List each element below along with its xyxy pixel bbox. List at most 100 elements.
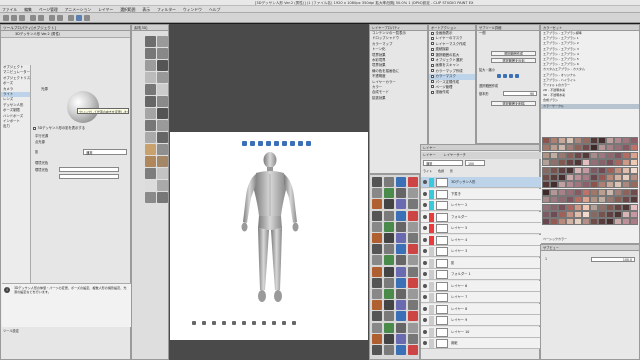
- tool-button[interactable]: [384, 311, 394, 322]
- color-swatch[interactable]: [574, 166, 582, 174]
- color-swatch[interactable]: [558, 196, 566, 204]
- color-swatch[interactable]: [614, 144, 622, 152]
- tool-button[interactable]: [408, 233, 418, 243]
- color-swatch[interactable]: [598, 137, 606, 144]
- color-swatch[interactable]: [606, 151, 614, 159]
- color-swatch[interactable]: [542, 151, 550, 159]
- color-swatch[interactable]: [614, 137, 622, 144]
- material-thumb-11[interactable]: [145, 96, 156, 107]
- tool-button[interactable]: [408, 188, 418, 199]
- tool-button[interactable]: [408, 333, 418, 344]
- material-thumb-13[interactable]: [145, 108, 156, 119]
- tool-button[interactable]: [384, 188, 394, 199]
- tool-button[interactable]: [396, 188, 406, 199]
- layer-row[interactable]: フォルダー 1: [421, 269, 541, 280]
- tool-button[interactable]: [396, 333, 406, 344]
- color-swatch[interactable]: [630, 166, 638, 174]
- material-thumb-9[interactable]: [145, 84, 156, 95]
- color-swatch[interactable]: [574, 188, 582, 196]
- flip-h-icon[interactable]: [509, 74, 513, 78]
- material-thumb-3[interactable]: [145, 48, 156, 59]
- color-swatch[interactable]: [582, 181, 590, 189]
- menu-view[interactable]: 表示: [142, 6, 150, 12]
- open-file-icon[interactable]: [11, 15, 17, 21]
- reset-icon[interactable]: [306, 141, 311, 146]
- tool-button[interactable]: [384, 322, 394, 333]
- visibility-icon[interactable]: [423, 237, 427, 242]
- material-thumb-2[interactable]: [157, 36, 168, 47]
- angle-field[interactable]: 90: [503, 91, 537, 96]
- color-swatch[interactable]: [574, 144, 582, 152]
- opacity-field[interactable]: 100: [465, 160, 485, 166]
- tool-button[interactable]: [372, 333, 382, 344]
- color-swatch[interactable]: [606, 137, 614, 144]
- color-swatch[interactable]: [614, 174, 622, 181]
- color-swatch[interactable]: [590, 174, 598, 181]
- tool-button[interactable]: [384, 233, 394, 243]
- color-swatch[interactable]: [558, 188, 566, 196]
- tool-button[interactable]: [372, 233, 382, 243]
- color-swatch[interactable]: [574, 151, 582, 159]
- color-swatch[interactable]: [598, 196, 606, 204]
- tool-button[interactable]: [396, 266, 406, 277]
- tree-item[interactable]: 出力: [1, 124, 30, 129]
- layer-option[interactable]: 色調: [438, 168, 444, 175]
- color-swatch[interactable]: [590, 151, 598, 159]
- new-file-icon[interactable]: [3, 15, 9, 21]
- color-swatch[interactable]: [630, 144, 638, 152]
- deselect-icon[interactable]: [68, 15, 74, 21]
- material-thumb-8[interactable]: [157, 72, 168, 83]
- tool-button[interactable]: [396, 289, 406, 299]
- color-swatch[interactable]: [542, 159, 550, 167]
- color-swatch[interactable]: [630, 181, 638, 189]
- tool-button[interactable]: [408, 277, 418, 288]
- tool-button[interactable]: [372, 277, 382, 288]
- undo-icon[interactable]: [30, 15, 36, 21]
- color-swatch[interactable]: [574, 137, 582, 144]
- tool-button[interactable]: [372, 188, 382, 199]
- tool-button[interactable]: [408, 345, 418, 355]
- delete-selection-button[interactable]: 選択範囲を削除: [491, 101, 536, 106]
- color-swatch[interactable]: [630, 188, 638, 196]
- color-swatch[interactable]: [614, 181, 622, 189]
- layer-option[interactable]: ライト: [423, 168, 432, 175]
- color-swatch[interactable]: [542, 166, 550, 174]
- menu-file[interactable]: ファイル: [2, 6, 17, 12]
- 3d-drawing-figure[interactable]: [234, 150, 306, 308]
- color-swatch[interactable]: [550, 166, 558, 174]
- tool-button[interactable]: [408, 289, 418, 299]
- tool-button[interactable]: [372, 177, 382, 187]
- color-swatch[interactable]: [582, 174, 590, 181]
- color-swatch[interactable]: [550, 144, 558, 152]
- menu-layer[interactable]: レイヤー: [98, 6, 113, 12]
- layer-row[interactable]: 3Dデッサン人形: [421, 177, 541, 188]
- tool-button[interactable]: [384, 177, 394, 187]
- save-icon[interactable]: [19, 15, 25, 21]
- light-icon[interactable]: [298, 141, 303, 146]
- tool-button[interactable]: [408, 210, 418, 221]
- color-swatch[interactable]: [622, 218, 630, 226]
- color-swatch[interactable]: [590, 144, 598, 152]
- layer-option[interactable]: 影: [450, 168, 453, 175]
- menu-edit[interactable]: 編集: [24, 6, 32, 12]
- layer-row[interactable]: レイヤー 5: [421, 223, 541, 234]
- material-thumb-25[interactable]: [145, 180, 156, 191]
- color-swatch[interactable]: [606, 144, 614, 152]
- color-swatch[interactable]: [558, 181, 566, 189]
- color-swatch[interactable]: [542, 144, 550, 152]
- ground-icon[interactable]: [290, 141, 295, 146]
- color-swatch[interactable]: [566, 196, 574, 204]
- tool-button[interactable]: [372, 221, 382, 232]
- visibility-icon[interactable]: [423, 306, 427, 311]
- color-swatch[interactable]: [598, 144, 606, 152]
- color-swatch[interactable]: [590, 218, 598, 226]
- color-swatch[interactable]: [630, 137, 638, 144]
- material-thumb-22[interactable]: [157, 156, 168, 167]
- color-swatch[interactable]: [566, 144, 574, 152]
- color-swatch[interactable]: [614, 203, 622, 211]
- color-swatch[interactable]: [630, 218, 638, 226]
- flip-icon[interactable]: [242, 321, 246, 325]
- material-thumb-1[interactable]: [145, 36, 156, 47]
- tool-button[interactable]: [384, 345, 394, 355]
- opacity-slider[interactable]: [59, 174, 119, 179]
